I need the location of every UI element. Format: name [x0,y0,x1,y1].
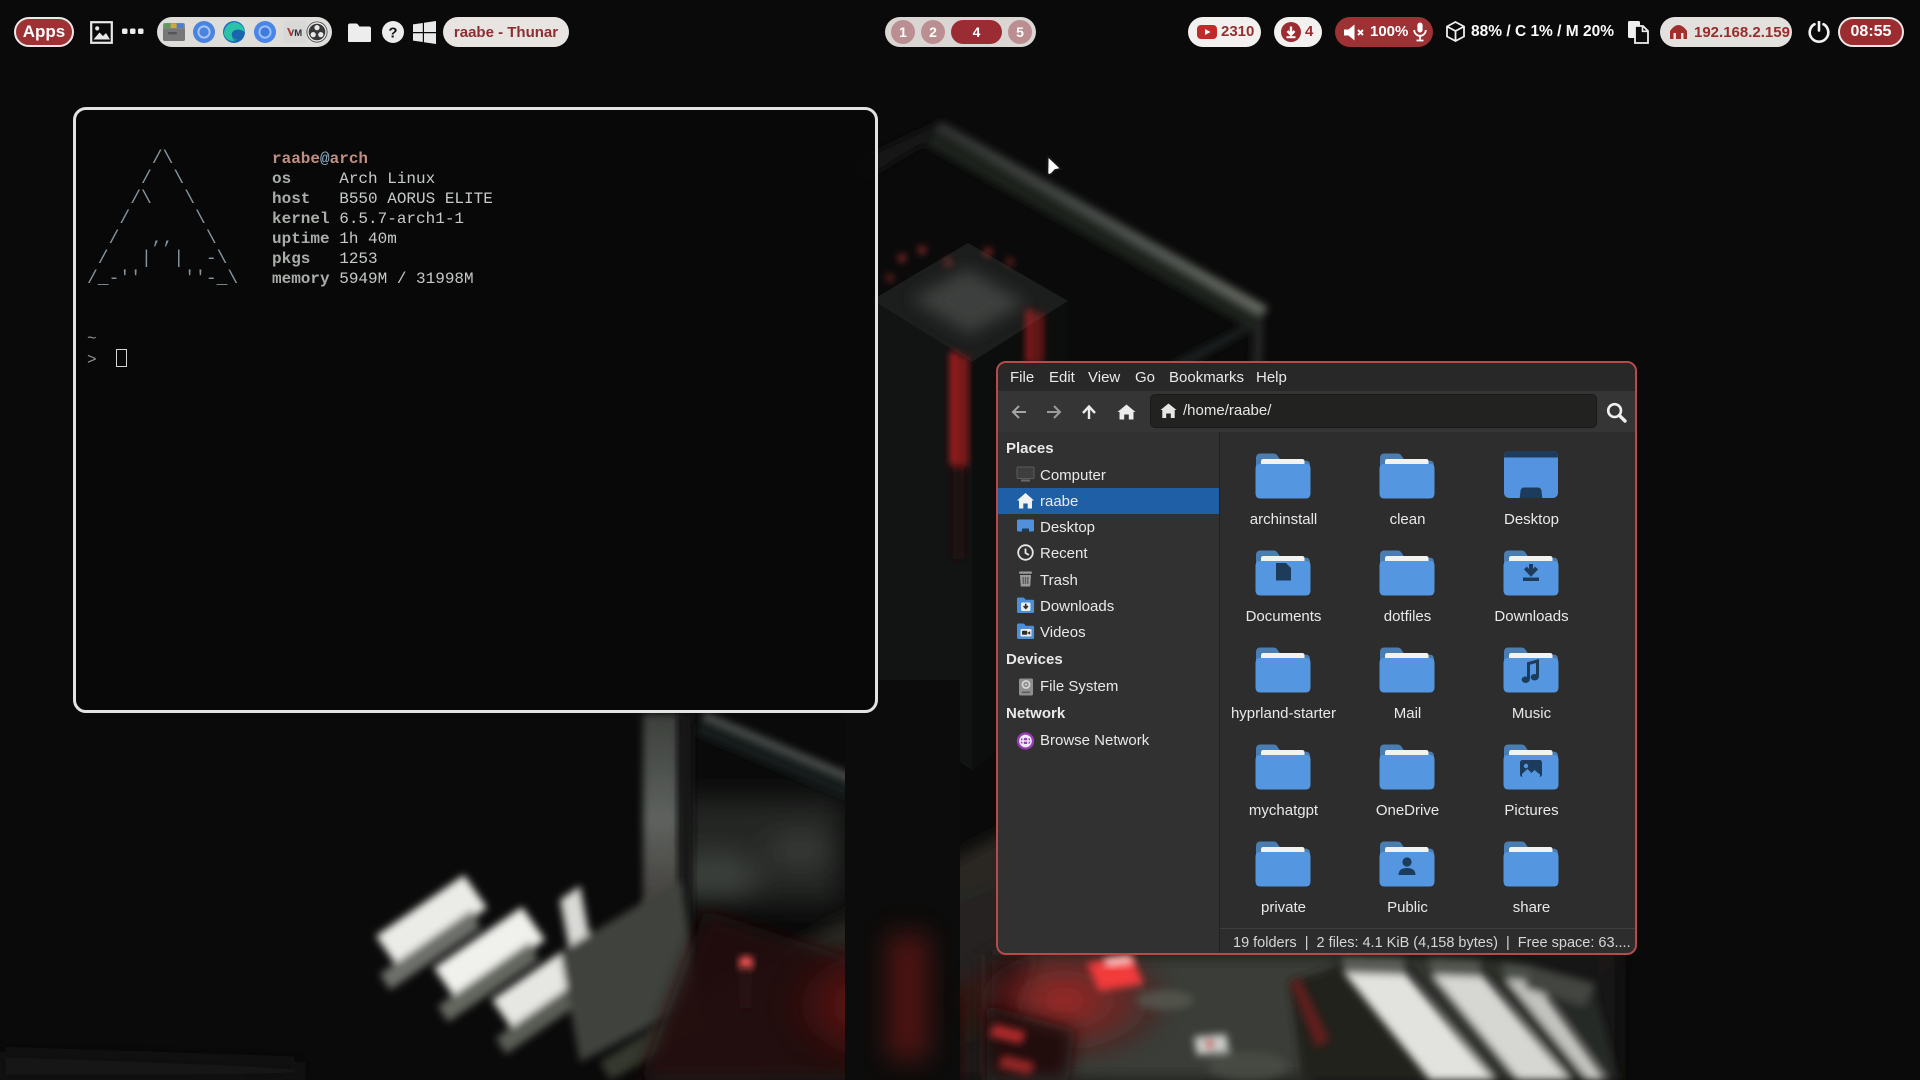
svg-text:?: ? [388,25,397,42]
